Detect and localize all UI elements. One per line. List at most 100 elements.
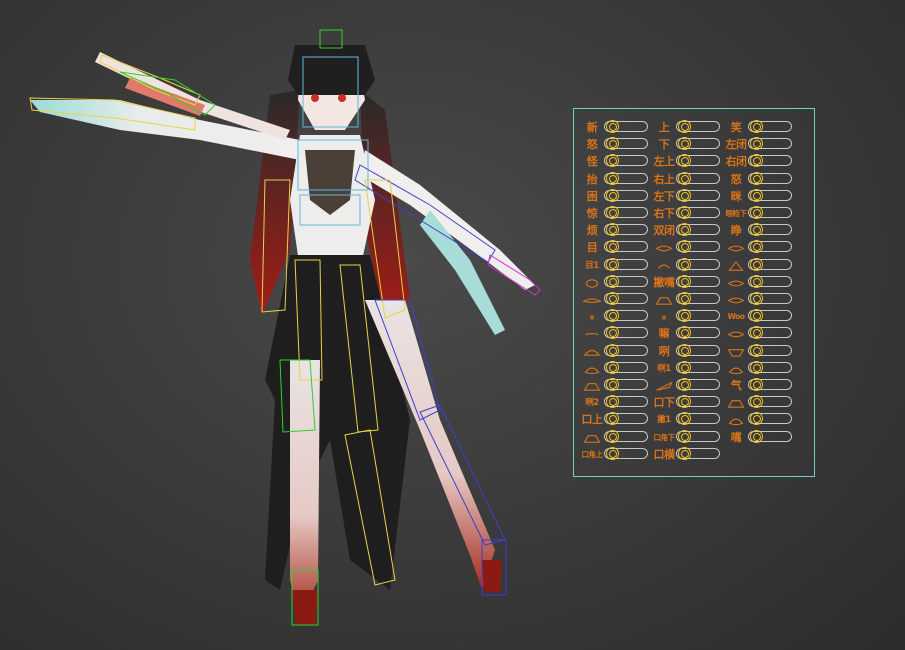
morph-slider-knob[interactable] (750, 378, 763, 391)
morph-slider-row (580, 343, 650, 359)
cup-mouth-icon (727, 348, 745, 357)
morph-slider-knob[interactable] (750, 188, 763, 202)
morph-slider-knob[interactable] (606, 343, 619, 357)
morph-slider-knob[interactable] (678, 378, 691, 391)
morph-slider-row: 口角下 (652, 429, 722, 445)
morph-slider-knob[interactable] (750, 120, 763, 133)
morph-slider-row: 目 (580, 240, 650, 255)
morph-slider-row (580, 360, 650, 376)
morph-label: 笑 (730, 121, 742, 134)
morph-slider-row (724, 292, 794, 307)
morph-slider-row: 睁 (724, 223, 794, 238)
morph-slider-row (724, 326, 794, 341)
facial-morph-panel: 新怒怪抬困惊烦目目1 咧2 口上 口角上上下左上 右上 左下 右下 双闭 撇嘴嘛咧咧1 口下 撇1 口… (573, 108, 815, 477)
morph-label: 撇1 (657, 415, 671, 426)
morph-slider-knob[interactable] (750, 343, 763, 357)
morph-slider-knob[interactable] (606, 360, 619, 374)
morph-slider-row: 左闭 (724, 137, 794, 152)
morph-slider-knob[interactable] (678, 257, 691, 271)
morph-label: 上 (658, 121, 670, 134)
morph-slider-knob[interactable] (678, 360, 691, 374)
morph-label: 右闭 (725, 155, 748, 169)
morph-slider-knob[interactable] (750, 292, 763, 305)
character-model[interactable] (30, 45, 535, 625)
morph-slider-knob[interactable] (750, 171, 763, 185)
morph-slider-row: 口横 (652, 446, 722, 462)
morph-slider-row: 左上 (652, 154, 722, 169)
shoe-right (482, 560, 502, 592)
morph-slider-row: 撇1 (652, 412, 722, 427)
blob-mouth-icon (585, 279, 599, 288)
morph-slider-knob[interactable] (606, 206, 619, 219)
morph-slider-knob[interactable] (606, 429, 619, 443)
morph-slider-knob[interactable] (678, 188, 691, 202)
morph-label: 双闭 (653, 224, 676, 238)
morph-slider-knob[interactable] (678, 429, 691, 443)
morph-label: Woo (727, 312, 745, 322)
mound-mouth-icon (727, 400, 745, 408)
morph-slider-row (580, 326, 650, 341)
morph-label: 嘴 (730, 430, 742, 444)
wedge-mouth-icon (656, 381, 673, 391)
morph-label: 口角下 (653, 432, 676, 442)
lens-mouth-icon (655, 245, 673, 252)
morph-slider-knob[interactable] (678, 120, 691, 133)
morph-slider-row (724, 274, 794, 290)
morph-slider-knob[interactable] (750, 257, 763, 271)
morph-slider-row (652, 309, 722, 324)
morph-slider-row: 口下 (652, 395, 722, 410)
morph-slider-row (652, 378, 722, 393)
morph-slider-row: 眯 (724, 188, 794, 204)
eye-right (338, 94, 346, 102)
morph-slider-row: 撇嘴 (652, 274, 722, 290)
morph-label: 左上 (653, 155, 676, 169)
round-mouth-icon (728, 367, 744, 374)
morph-slider-row (724, 240, 794, 255)
morph-slider-row: 怪 (580, 154, 650, 169)
morph-slider-knob[interactable] (678, 274, 691, 288)
morph-slider-row: 嘛 (652, 326, 722, 341)
morph-slider-knob[interactable] (678, 206, 691, 219)
morph-label: 下 (658, 138, 670, 152)
morph-slider-knob[interactable] (606, 188, 619, 202)
morph-slider-knob[interactable] (750, 274, 763, 288)
morph-label: 右上 (653, 172, 676, 186)
morph-slider-knob[interactable] (606, 274, 619, 288)
morph-slider-row (724, 412, 794, 427)
round-mouth-icon (584, 367, 600, 374)
morph-slider-knob[interactable] (678, 446, 691, 460)
morph-slider-knob[interactable] (678, 343, 691, 357)
morph-slider-row: 怒 (724, 171, 794, 187)
morph-slider-knob[interactable] (606, 257, 619, 271)
morph-label: 抬 (586, 172, 598, 186)
morph-slider-knob[interactable] (606, 446, 619, 460)
morph-slider-knob[interactable] (606, 378, 619, 391)
morph-label: 口下 (653, 396, 676, 410)
morph-slider-knob[interactable] (678, 292, 691, 305)
lens-mouth-icon (727, 280, 745, 287)
morph-slider-row: 笑 (724, 120, 794, 135)
morph-label: 撇嘴 (653, 275, 676, 289)
morph-slider-knob[interactable] (678, 171, 691, 185)
morph-slider-row: 嘴 (724, 429, 794, 445)
morph-slider-row: 双闭 (652, 223, 722, 238)
morph-slider-knob[interactable] (606, 292, 619, 305)
morph-slider-knob[interactable] (750, 360, 763, 374)
morph-slider-row (652, 292, 722, 307)
morph-slider-row: 眼睑下 (724, 206, 794, 221)
morph-label: 咧1 (657, 363, 671, 374)
morph-label: 眯 (730, 189, 742, 203)
morph-slider-row: 烦 (580, 223, 650, 238)
morph-slider-row: 下 (652, 137, 722, 152)
morph-slider-knob[interactable] (750, 206, 763, 219)
morph-label: 口上 (581, 413, 604, 427)
morph-label: 烦 (586, 224, 598, 238)
morph-slider-row (724, 395, 794, 410)
morph-slider-row: 右下 (652, 206, 722, 221)
morph-slider-row: 右上 (652, 171, 722, 187)
morph-slider-knob[interactable] (606, 120, 619, 133)
morph-slider-knob[interactable] (750, 429, 763, 443)
morph-slider-row (580, 429, 650, 445)
morph-slider-row: 口上 (580, 412, 650, 427)
morph-slider-knob[interactable] (606, 171, 619, 185)
